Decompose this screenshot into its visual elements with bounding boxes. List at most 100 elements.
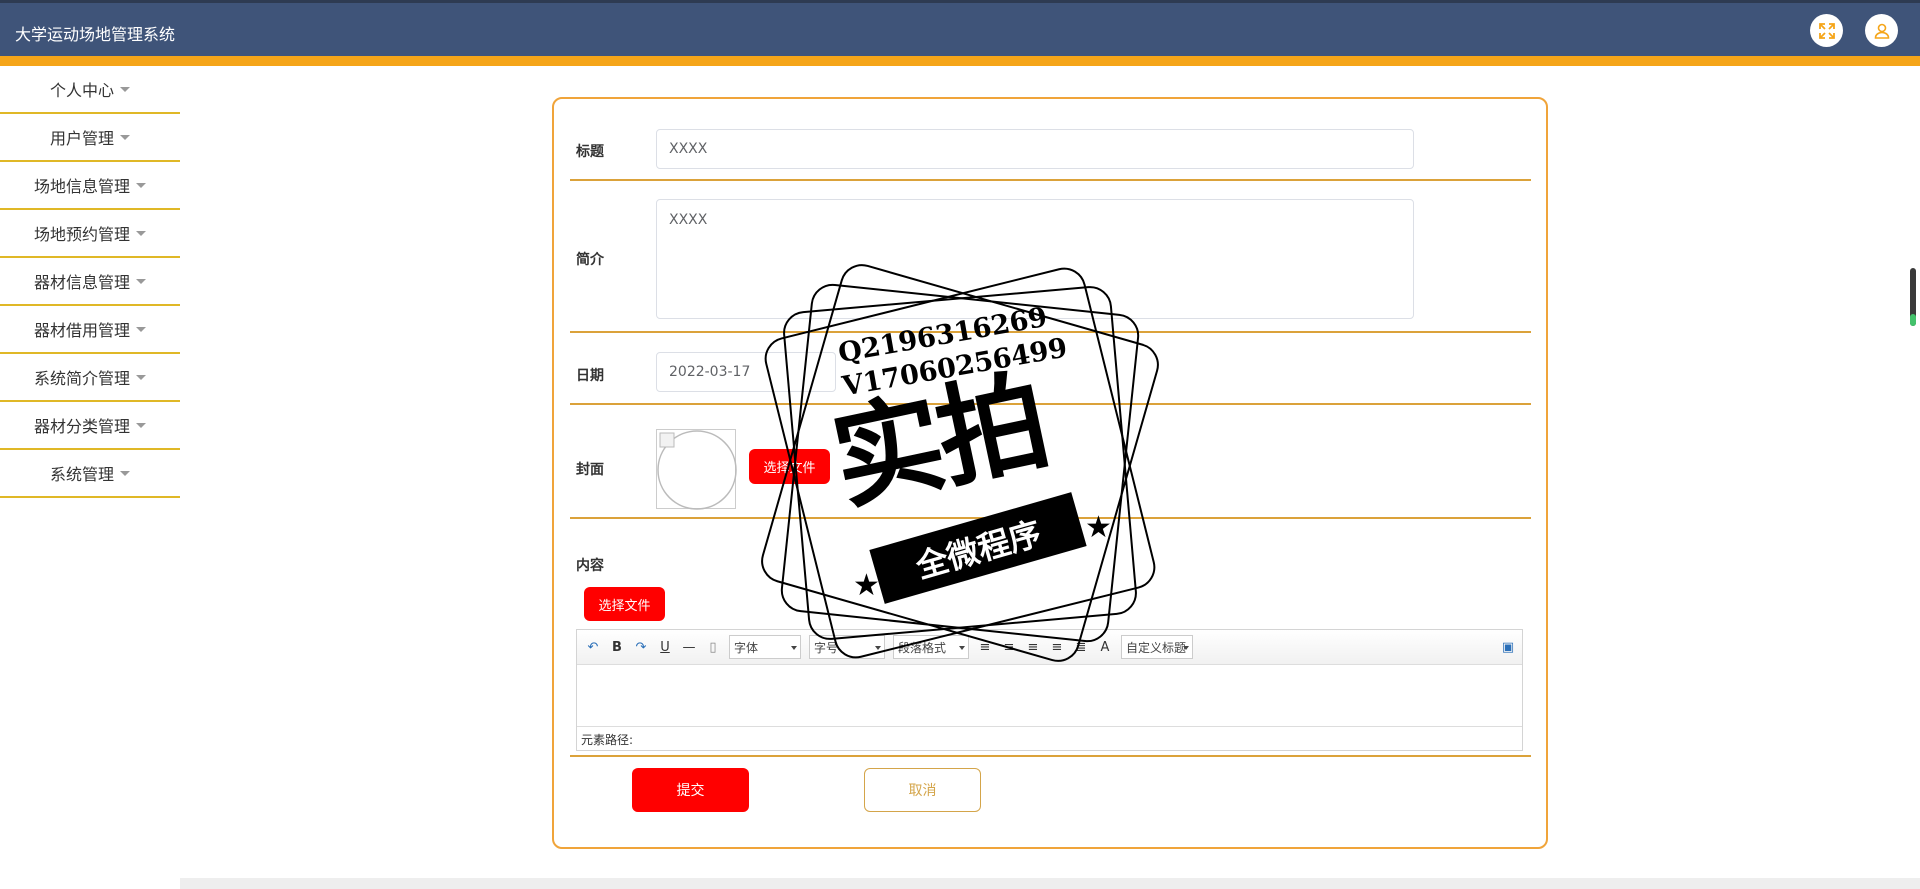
bold-icon: B <box>612 639 622 655</box>
indent-icon: ≣ <box>1075 639 1087 655</box>
sidebar-item-label: 场地预约管理 <box>33 225 130 244</box>
sidebar-item-personal-center[interactable]: 个人中心 <box>0 66 180 114</box>
caret-down-icon <box>136 278 146 284</box>
fullscreen-editor-button[interactable]: ▣ <box>1500 639 1516 655</box>
rich-text-editor: ↶ B ↷ U — ▯ 字体 字号 段落格式 ≡ ≡ ≡ ≡ ≣ A 自定义标题… <box>576 629 1523 751</box>
sidebar-item-label: 系统简介管理 <box>33 369 130 388</box>
align-right-icon: ≡ <box>1027 639 1039 655</box>
cancel-button[interactable]: 取消 <box>864 768 981 812</box>
sidebar-item-label: 器材分类管理 <box>33 417 130 436</box>
font-color-button[interactable]: A <box>1097 639 1113 655</box>
cover-upload-button[interactable]: 选择文件 <box>749 449 830 484</box>
content-upload-button[interactable]: 选择文件 <box>584 587 665 621</box>
intro-textarea-value: XXXX <box>669 212 708 228</box>
content-upload-label: 选择文件 <box>598 598 651 614</box>
align-center-button[interactable]: ≡ <box>1001 639 1017 655</box>
redo-icon: ↷ <box>635 639 647 655</box>
sidebar: 个人中心 用户管理 场地信息管理 场地预约管理 器材信息管理 器材借用管理 系统… <box>0 66 180 498</box>
intro-label: 简介 <box>576 252 604 268</box>
document-icon: ▯ <box>709 639 717 655</box>
font-size-select-value: 字号 <box>814 640 839 655</box>
date-label: 日期 <box>576 368 604 384</box>
editor-content-area[interactable] <box>577 665 1522 727</box>
date-row: 日期 2022-03-17 <box>570 335 1531 405</box>
align-left-button[interactable]: ≡ <box>977 639 993 655</box>
intro-textarea[interactable]: XXXX <box>656 199 1414 319</box>
caret-down-icon <box>120 86 130 92</box>
font-select[interactable]: 字体 <box>729 635 801 659</box>
sidebar-item-label: 个人中心 <box>49 81 114 100</box>
sidebar-item-system-intro[interactable]: 系统简介管理 <box>0 354 180 402</box>
top-bar: 大学运动场地管理系统 <box>0 0 1920 56</box>
caret-down-icon <box>136 374 146 380</box>
sidebar-item-equipment-info[interactable]: 器材信息管理 <box>0 258 180 306</box>
font-size-select[interactable]: 字号 <box>809 635 885 659</box>
title-input-value: XXXX <box>669 141 708 157</box>
app-title: 大学运动场地管理系统 <box>15 25 176 44</box>
font-color-icon: A <box>1100 639 1110 655</box>
paragraph-select-value: 段落格式 <box>898 640 947 655</box>
align-left-icon: ≡ <box>979 639 991 655</box>
submit-button[interactable]: 提交 <box>632 768 749 812</box>
horizontal-rule-button[interactable]: — <box>681 639 697 655</box>
date-value: 2022-03-17 <box>669 364 751 380</box>
custom-title-select[interactable]: 自定义标题 <box>1121 635 1193 659</box>
sidebar-item-label: 用户管理 <box>49 129 114 148</box>
align-right-button[interactable]: ≡ <box>1025 639 1041 655</box>
title-label: 标题 <box>576 144 604 160</box>
title-row: 标题 XXXX <box>570 99 1531 181</box>
submit-label: 提交 <box>676 783 705 799</box>
sidebar-item-label: 器材信息管理 <box>33 273 130 292</box>
editor-toolbar: ↶ B ↷ U — ▯ 字体 字号 段落格式 ≡ ≡ ≡ ≡ ≣ A 自定义标题… <box>577 630 1522 665</box>
scrollbar-thumb[interactable] <box>1910 268 1916 326</box>
content-row: 内容 选择文件 ↶ B ↷ U — ▯ 字体 字号 段落格式 ≡ ≡ ≡ ≡ ≣… <box>570 521 1531 757</box>
undo-icon: ↶ <box>587 639 599 655</box>
sidebar-item-label: 系统管理 <box>49 465 114 484</box>
underline-button[interactable]: U <box>657 639 673 655</box>
caret-down-icon <box>120 470 130 476</box>
paste-button[interactable]: ▯ <box>705 639 721 655</box>
caret-down-icon <box>136 422 146 428</box>
indent-button[interactable]: ≣ <box>1073 639 1089 655</box>
cover-row: 封面 选择文件 <box>570 407 1531 519</box>
fullscreen-button[interactable] <box>1810 14 1843 47</box>
fullscreen-icon <box>1818 22 1835 39</box>
bold-button[interactable]: B <box>609 639 625 655</box>
user-icon <box>1874 23 1889 39</box>
font-select-value: 字体 <box>734 640 759 655</box>
underline-icon: U <box>660 639 670 655</box>
sidebar-item-label: 场地信息管理 <box>33 177 130 196</box>
accent-stripe <box>0 56 1920 66</box>
undo-button[interactable]: ↶ <box>585 639 601 655</box>
edit-form: 标题 XXXX 简介 XXXX 日期 2022-03-17 封面 选择文件 内容… <box>552 97 1548 849</box>
horizontal-rule-icon: — <box>682 639 696 655</box>
sidebar-item-venue-info[interactable]: 场地信息管理 <box>0 162 180 210</box>
sidebar-item-equipment-category[interactable]: 器材分类管理 <box>0 402 180 450</box>
justify-icon: ≡ <box>1051 639 1063 655</box>
cancel-label: 取消 <box>908 783 937 799</box>
date-picker[interactable]: 2022-03-17 <box>656 352 836 392</box>
sidebar-item-system-management[interactable]: 系统管理 <box>0 450 180 498</box>
content-label: 内容 <box>576 558 604 574</box>
footer-bar <box>180 878 1920 889</box>
custom-title-select-value: 自定义标题 <box>1126 640 1187 655</box>
intro-row: 简介 XXXX <box>570 183 1531 333</box>
cover-label: 封面 <box>576 462 604 478</box>
caret-down-icon <box>120 134 130 140</box>
redo-button[interactable]: ↷ <box>633 639 649 655</box>
justify-button[interactable]: ≡ <box>1049 639 1065 655</box>
align-center-icon: ≡ <box>1003 639 1015 655</box>
monitor-icon: ▣ <box>1501 639 1515 655</box>
caret-down-icon <box>136 230 146 236</box>
caret-down-icon <box>136 326 146 332</box>
paragraph-select[interactable]: 段落格式 <box>893 635 969 659</box>
sidebar-item-equipment-borrow[interactable]: 器材借用管理 <box>0 306 180 354</box>
title-input[interactable]: XXXX <box>656 129 1414 169</box>
caret-down-icon <box>136 182 146 188</box>
element-path: 元素路径: <box>581 733 634 747</box>
cover-image-preview[interactable] <box>656 429 737 510</box>
user-button[interactable] <box>1865 14 1898 47</box>
sidebar-item-user-management[interactable]: 用户管理 <box>0 114 180 162</box>
sidebar-item-label: 器材借用管理 <box>33 321 130 340</box>
sidebar-item-venue-booking[interactable]: 场地预约管理 <box>0 210 180 258</box>
